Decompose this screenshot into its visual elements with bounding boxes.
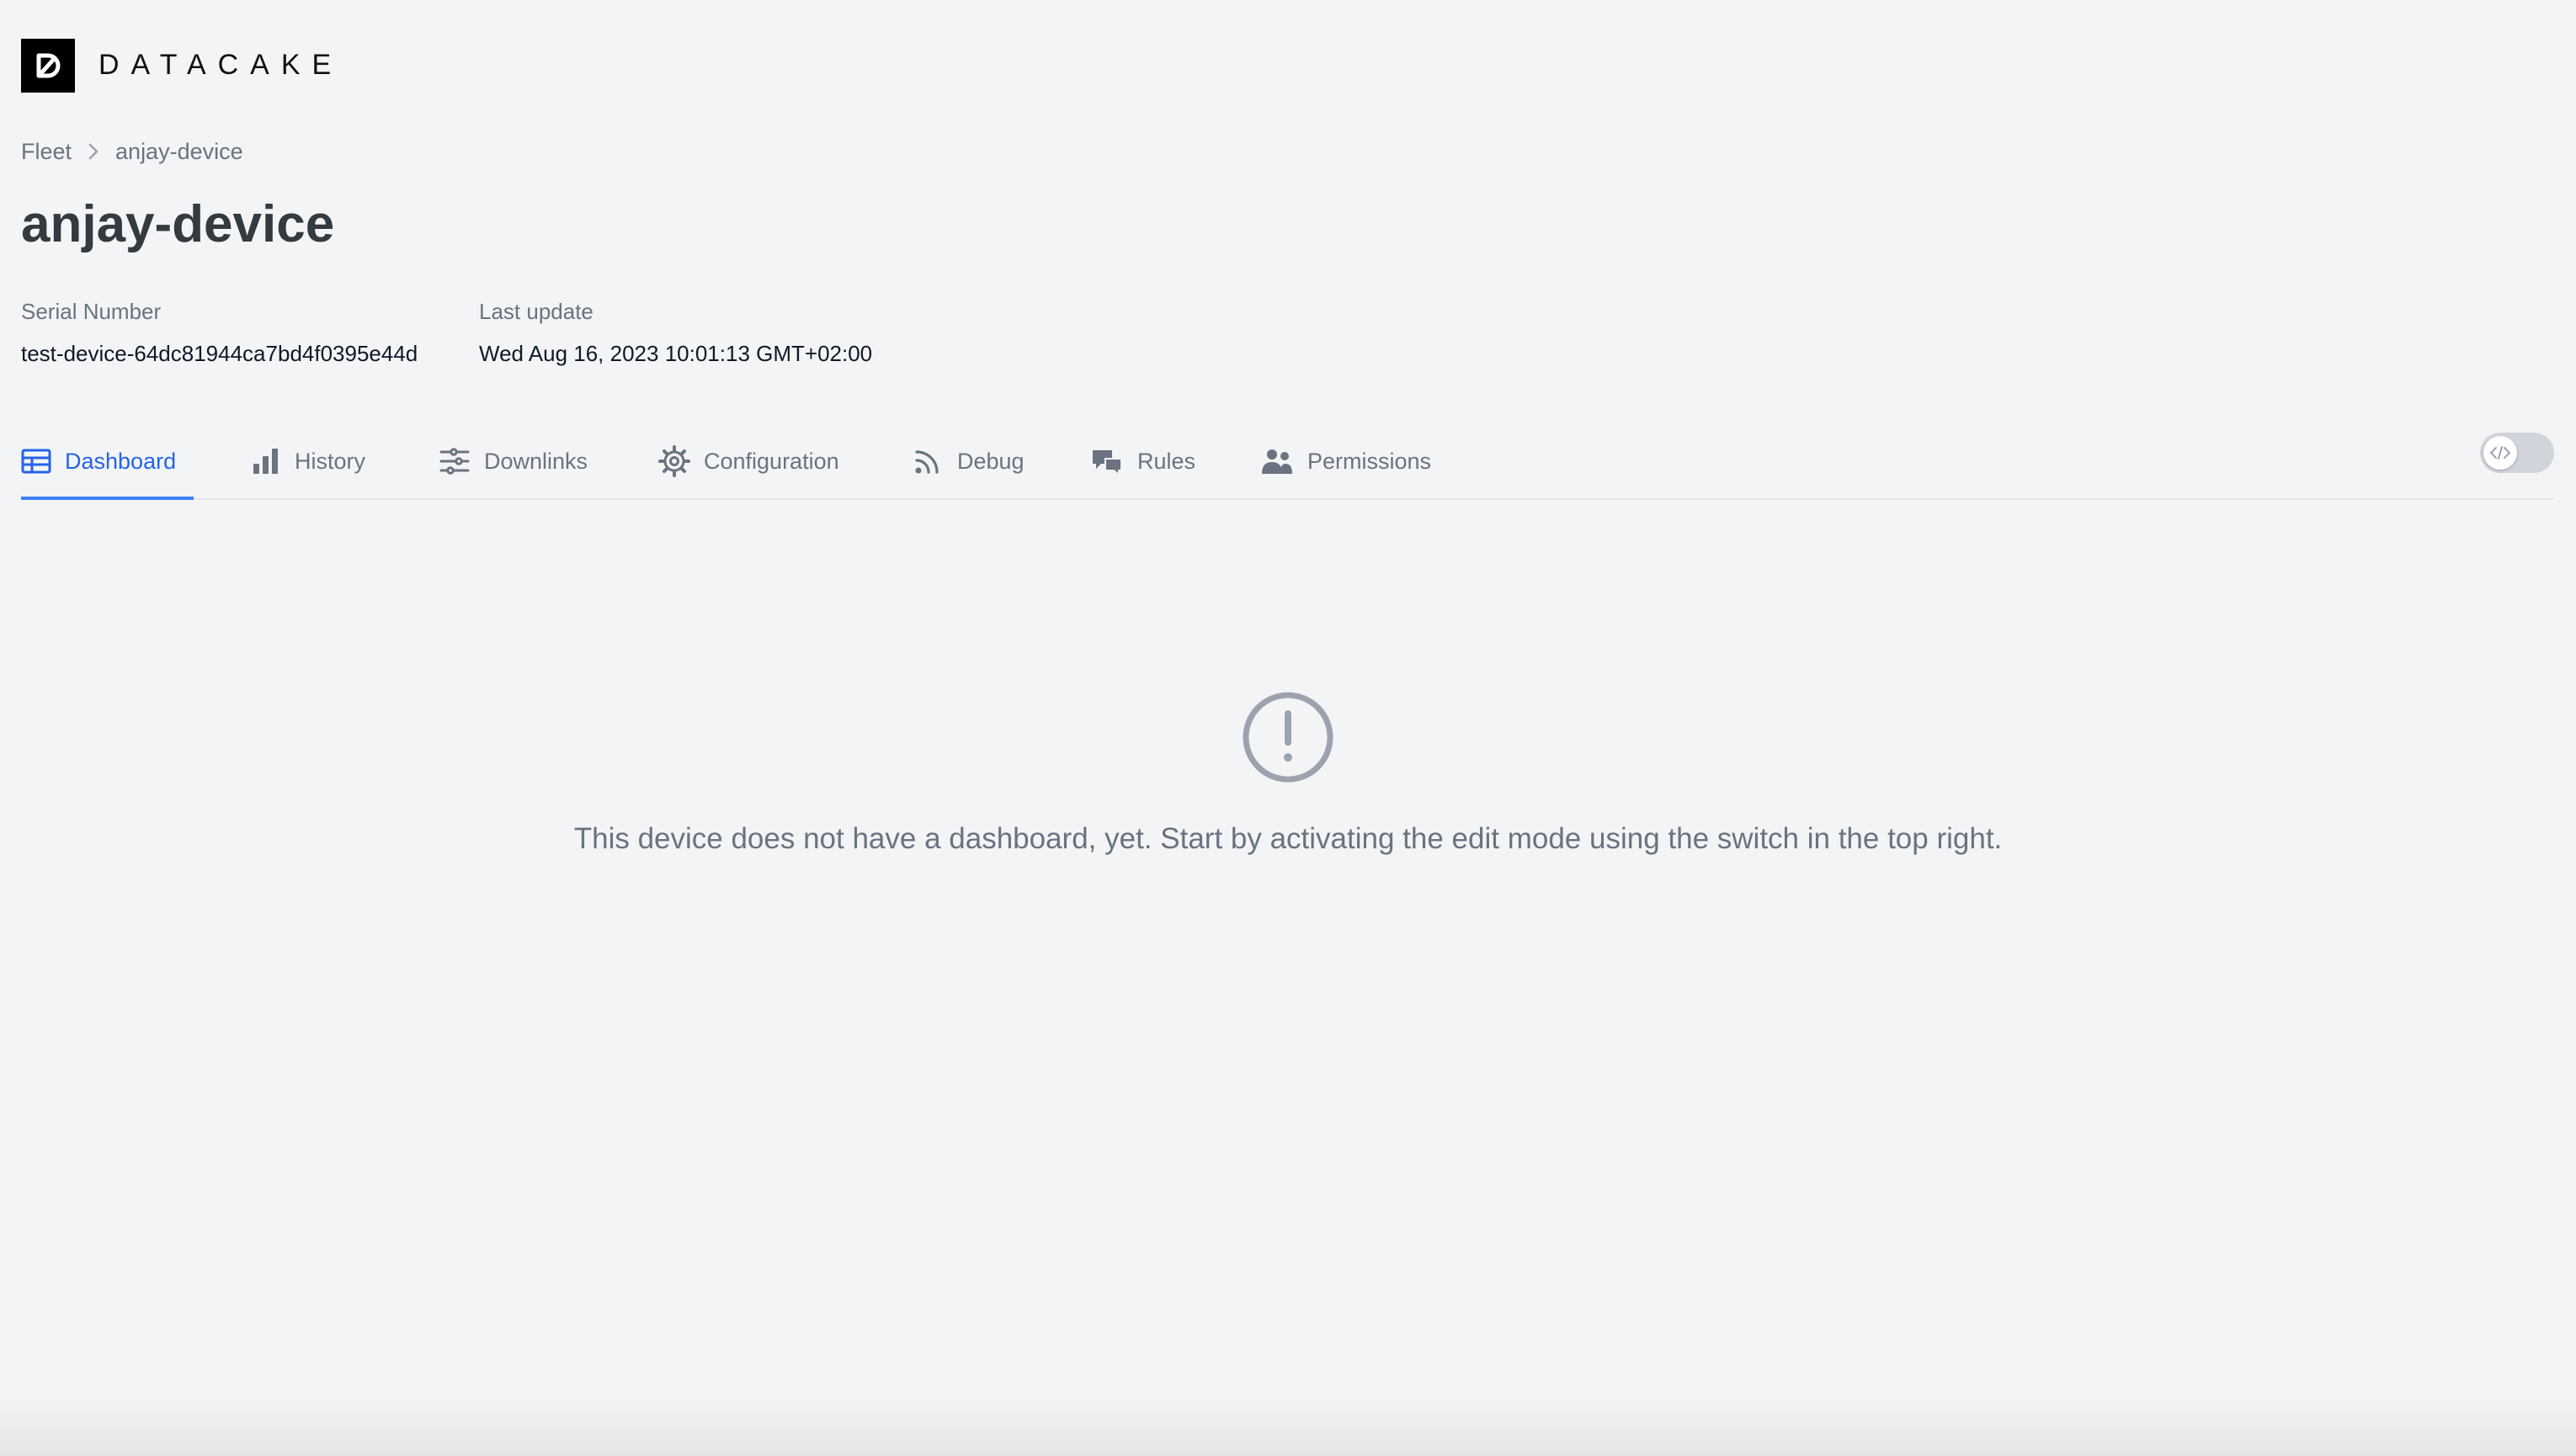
empty-state: This device does not have a dashboard, y… [0, 690, 2576, 856]
tab-label: Downlinks [484, 448, 588, 474]
code-icon [2483, 436, 2517, 470]
brand[interactable]: DATACAKE [21, 38, 343, 93]
tab-permissions[interactable]: Permissions [1260, 424, 1431, 498]
users-icon [1260, 447, 1294, 476]
tab-configuration[interactable]: Configuration [658, 424, 839, 498]
bar-chart-icon [251, 447, 281, 476]
chevron-right-icon [87, 142, 100, 161]
edit-mode-toggle[interactable] [2480, 433, 2554, 473]
serial-number-label: Serial Number [21, 299, 162, 324]
tab-label: Configuration [704, 448, 839, 474]
tab-label: Rules [1137, 448, 1196, 474]
tab-label: Dashboard [65, 448, 177, 474]
tab-bar: Dashboard History Downlinks Configuratio… [21, 424, 2554, 500]
breadcrumb-current[interactable]: anjay-device [115, 139, 243, 165]
last-update-block: Last update Wed Aug 16, 2023 10:01:13 GM… [479, 296, 872, 369]
page-title: anjay-device [21, 195, 335, 253]
tab-label: Debug [957, 448, 1025, 474]
brand-wordmark: DATACAKE [98, 49, 343, 81]
tab-downlinks[interactable]: Downlinks [439, 424, 588, 498]
last-update-label: Last update [479, 299, 593, 324]
tab-label: Permissions [1307, 448, 1432, 474]
dashboard-table-icon [21, 449, 51, 474]
serial-number-block: Serial Number test-device-64dc81944ca7bd… [21, 296, 418, 369]
gear-icon [658, 445, 690, 477]
sliders-icon [439, 447, 471, 476]
breadcrumb-fleet-link[interactable]: Fleet [21, 139, 72, 165]
exclamation-circle-icon [1241, 690, 1335, 789]
tab-rules[interactable]: Rules [1090, 424, 1195, 498]
breadcrumb: Fleet anjay-device [21, 135, 243, 168]
tab-history[interactable]: History [251, 424, 365, 498]
datacake-logo-icon [21, 38, 75, 93]
last-update-value: Wed Aug 16, 2023 10:01:13 GMT+02:00 [479, 341, 873, 366]
tab-dashboard[interactable]: Dashboard [21, 424, 194, 500]
empty-state-message: This device does not have a dashboard, y… [573, 822, 2003, 855]
tab-label: History [295, 448, 366, 474]
bottom-shadow [0, 1397, 2576, 1456]
serial-number-value: test-device-64dc81944ca7bd4f0395e44d [21, 341, 418, 366]
chat-bubbles-icon [1090, 447, 1124, 476]
tab-debug[interactable]: Debug [913, 424, 1025, 498]
rss-icon [913, 447, 944, 476]
